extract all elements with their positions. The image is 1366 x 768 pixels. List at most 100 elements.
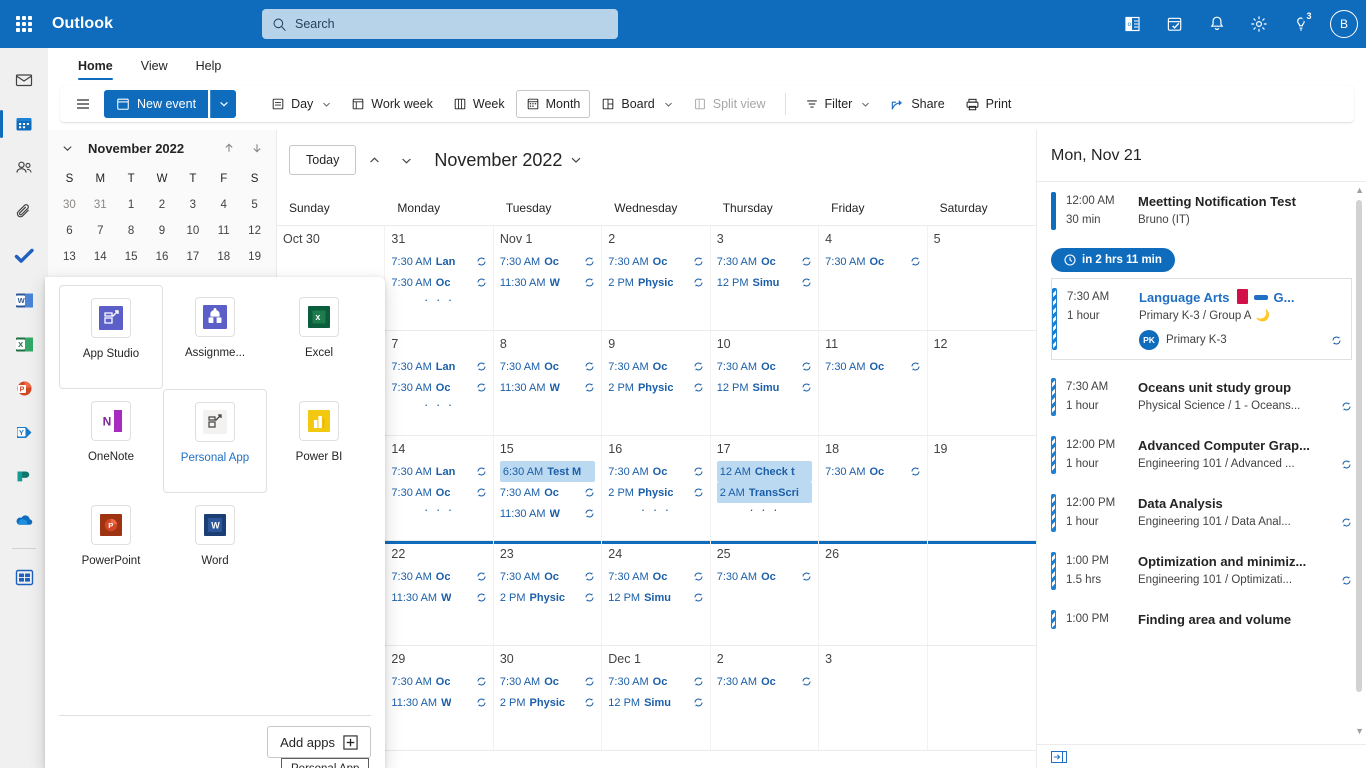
sidebar-item-files[interactable] [0,190,48,234]
calendar-day-cell[interactable]: 29 7:30 AM Oc 11:30 AM W [385,646,494,750]
sidebar-item-bookings[interactable] [0,454,48,498]
calendar-day-cell[interactable]: 30 7:30 AM Oc 2 PM Physic [494,646,603,750]
app-launcher-button[interactable] [0,0,48,48]
more-events-button[interactable]: · · · [717,503,812,521]
calendar-event-chip[interactable]: 7:30 AMLan [391,251,486,272]
calendar-event-chip[interactable]: 7:30 AMOc [608,566,703,587]
next-month-button[interactable] [392,146,420,174]
agenda-item[interactable]: 12:00 PM 1 hour Advanced Computer Grap... E… [1037,426,1366,484]
calendar-day-cell[interactable]: Nov 1 7:30 AM Oc 11:30 AM W [494,226,603,330]
calendar-event-chip[interactable]: 12 PM Simu [717,377,812,398]
calendar-day-cell[interactable]: 5 [928,226,1036,330]
app-tile-powerpoint[interactable]: P PowerPoint [59,493,163,597]
view-month-button[interactable]: Month [515,90,591,118]
search-input[interactable]: Search [262,9,618,39]
new-event-dropdown-button[interactable] [210,90,237,118]
mini-cal-day[interactable]: 19 [239,244,270,270]
mini-cal-day[interactable]: 6 [54,218,85,244]
agenda-item[interactable]: 12:00 AM 30 min Meetting Notification Test… [1037,182,1366,240]
sidebar-item-excel[interactable]: X [0,322,48,366]
calendar-day-cell[interactable]: 31 7:30 AM Lan 7:30 AM Oc · · · [385,226,494,330]
calendar-event-chip[interactable]: 7:30 AMOc [608,671,703,692]
agenda-item[interactable]: 1:00 PM Finding area and volume [1037,600,1366,639]
tab-help[interactable]: Help [184,53,234,82]
filter-button[interactable]: Filter [796,90,880,118]
calendar-event-chip[interactable]: 7:30 AMLan [391,356,486,377]
calendar-day-cell[interactable] [928,646,1036,750]
calendar-event-chip[interactable]: 11:30 AM W [500,377,595,398]
mini-cal-day[interactable]: 11 [208,218,239,244]
mini-calendar-expand-icon[interactable] [56,137,78,159]
tab-home[interactable]: Home [66,53,125,82]
calendar-event-chip[interactable]: 7:30 AMOc [825,356,920,377]
calendar-event-chip[interactable]: 7:30 AMOc [391,377,486,398]
mini-cal-day[interactable]: 5 [239,192,270,218]
mini-cal-day[interactable]: 31 [85,192,116,218]
previous-month-button[interactable] [360,146,388,174]
mini-cal-day[interactable]: 8 [116,218,147,244]
calendar-event-chip[interactable]: 7:30 AMOc [825,461,920,482]
new-event-button[interactable]: New event [104,90,209,118]
calendar-event-chip[interactable]: 2 PM Physic [608,272,703,293]
mini-cal-day[interactable]: 7 [85,218,116,244]
calendar-event-chip[interactable]: 2 PM Physic [608,377,703,398]
calendar-day-cell[interactable]: 24 7:30 AM Oc 12 PM Simu [602,541,711,645]
calendar-event-chip[interactable]: 7:30 AMOc [717,566,812,587]
calendar-event-chip[interactable]: 2 PM Physic [608,482,703,503]
sidebar-item-mail[interactable] [0,58,48,102]
calendar-event-chip[interactable]: 2 PM Physic [500,692,595,713]
agenda-item-list[interactable]: 12:00 AM 30 min Meetting Notification Test… [1037,182,1366,744]
app-tile-app-studio[interactable]: App Studio [59,285,163,389]
calendar-day-cell[interactable]: 10 7:30 AM Oc 12 PM Simu [711,331,820,435]
sidebar-item-powerpoint[interactable]: P [0,366,48,410]
calendar-event-chip[interactable]: 7:30 AMOc [717,356,812,377]
calendar-event-chip[interactable]: 11:30 AM W [500,272,595,293]
calendar-event-chip[interactable]: 7:30 AMOc [391,671,486,692]
calendar-day-cell[interactable]: 8 7:30 AM Oc 11:30 AM W [494,331,603,435]
mini-cal-day[interactable]: 2 [147,192,178,218]
calendar-day-cell[interactable]: 22 7:30 AM Oc 11:30 AM W [385,541,494,645]
mini-cal-day[interactable]: 12 [239,218,270,244]
view-week-button[interactable]: Week [444,90,514,118]
calendar-day-cell[interactable]: 3 [819,646,928,750]
view-day-button[interactable]: Day [262,90,340,118]
agenda-item[interactable]: 7:30 AM 1 hour Language Arts G... Primary K-… [1051,278,1352,360]
calendar-day-cell[interactable]: 4 7:30 AM Oc [819,226,928,330]
calendar-event-chip[interactable]: 2 AM TransScri [716,482,813,503]
calendar-event-chip[interactable]: 7:30 AMOc [608,251,703,272]
calendar-day-cell[interactable]: 14 7:30 AM Lan 7:30 AM Oc · · · [385,436,494,540]
calendar-day-cell[interactable]: 17 12 AM Check t2 AM TransScri · · · [711,436,820,540]
calendar-event-chip[interactable]: 7:30 AMOc [500,482,595,503]
agenda-item[interactable]: 1:00 PM 1.5 hrs Optimization and minimiz..… [1037,542,1366,600]
agenda-scrollbar[interactable] [1356,200,1362,692]
sidebar-item-people[interactable] [0,146,48,190]
app-tile-assignments[interactable]: Assignme... [163,285,267,389]
agenda-scroll-down-arrow[interactable]: ▼ [1355,726,1364,736]
mini-cal-day[interactable]: 4 [208,192,239,218]
sidebar-item-calendar[interactable] [0,102,48,146]
settings-gear-icon[interactable] [1240,5,1278,43]
add-apps-button[interactable]: Add apps [267,726,371,758]
calendar-event-chip[interactable]: 7:30 AMOc [391,272,486,293]
more-events-button[interactable]: · · · [391,293,486,311]
app-tile-personal-app[interactable]: Personal App [163,389,267,493]
calendar-event-chip[interactable]: 12 AM Check t [716,461,813,482]
calendar-event-chip[interactable]: 7:30 AMOc [608,356,703,377]
view-work-week-button[interactable]: Work week [342,90,442,118]
today-button[interactable]: Today [289,145,357,175]
calendar-event-chip[interactable]: 11:30 AM W [500,503,595,524]
calendar-day-cell[interactable]: 2 7:30 AM Oc [711,646,820,750]
calendar-check-icon[interactable] [1156,5,1194,43]
calendar-event-chip[interactable]: 6:30 AM Test M [499,461,596,482]
calendar-event-chip[interactable]: 7:30 AMOc [500,566,595,587]
more-events-button[interactable]: · · · [608,503,703,521]
mini-cal-day[interactable]: 10 [177,218,208,244]
print-button[interactable]: Print [956,90,1021,118]
app-tile-onenote[interactable]: N OneNote [59,389,163,493]
avatar[interactable]: B [1330,10,1358,38]
agenda-item[interactable]: 12:00 PM 1 hour Data Analysis Engineering 1… [1037,484,1366,542]
agenda-scroll-up-arrow[interactable]: ▲ [1355,185,1364,195]
sidebar-item-onedrive[interactable] [0,498,48,542]
calendar-event-chip[interactable]: 11:30 AM W [391,692,486,713]
calendar-day-cell[interactable]: Dec 1 7:30 AM Oc 12 PM Simu [602,646,711,750]
